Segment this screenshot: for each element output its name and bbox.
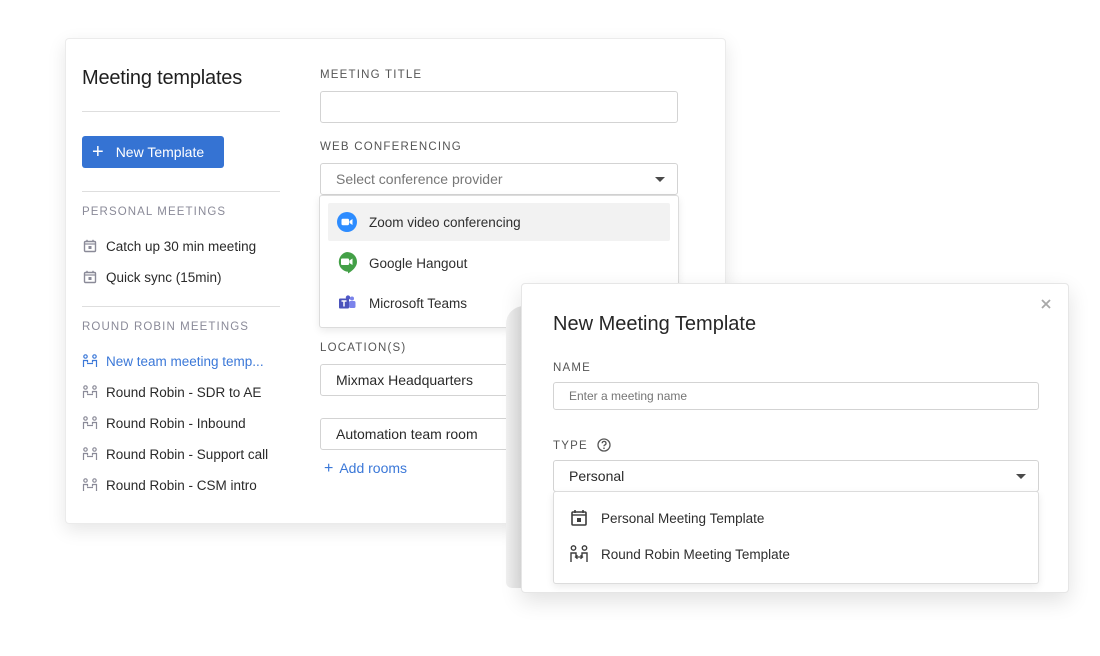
type-dropdown: Personal Meeting Template Round Robin Me… xyxy=(553,491,1039,584)
chevron-down-icon xyxy=(1016,474,1026,479)
sidebar-item-template[interactable]: Catch up 30 min meeting xyxy=(82,235,256,257)
round-robin-icon xyxy=(82,446,98,462)
calendar-icon xyxy=(82,269,98,285)
calendar-icon xyxy=(568,507,590,529)
new-template-button[interactable]: + New Template xyxy=(82,136,224,168)
option-label: Microsoft Teams xyxy=(369,295,468,311)
sidebar-title: Meeting templates xyxy=(82,67,243,89)
round-robin-icon xyxy=(82,384,98,400)
microsoft-teams-icon xyxy=(336,292,358,314)
modal-title: New Meeting Template xyxy=(553,313,757,335)
web-conferencing-label: WEB CONFERENCING xyxy=(320,141,462,153)
type-label-row: TYPE xyxy=(553,438,611,452)
conference-option-google-hangout[interactable]: Google Hangout xyxy=(328,244,670,282)
conference-option-zoom[interactable]: Zoom video conferencing xyxy=(328,203,670,241)
sidebar-item-template[interactable]: Round Robin - CSM intro xyxy=(82,474,257,496)
sidebar-item-label: Round Robin - Support call xyxy=(106,446,269,462)
help-circle-icon[interactable] xyxy=(597,438,611,452)
sidebar-item-label: Round Robin - SDR to AE xyxy=(106,384,262,400)
round-robin-icon xyxy=(82,477,98,493)
sidebar-item-label: Round Robin - CSM intro xyxy=(106,477,257,493)
sidebar-item-template[interactable]: Round Robin - Support call xyxy=(82,443,268,465)
type-select[interactable]: Personal xyxy=(553,460,1039,492)
option-label: Google Hangout xyxy=(369,255,468,271)
new-template-label: New Template xyxy=(115,144,205,160)
google-hangouts-icon xyxy=(336,252,358,274)
option-label: Zoom video conferencing xyxy=(369,214,521,230)
conference-provider-placeholder: Select conference provider xyxy=(336,171,503,187)
round-robin-icon xyxy=(82,353,98,369)
option-label: Round Robin Meeting Template xyxy=(601,546,790,562)
locations-label: LOCATION(S) xyxy=(320,342,407,354)
meeting-name-input[interactable] xyxy=(553,382,1039,410)
sidebar-item-template-active[interactable]: New team meeting temp... xyxy=(82,350,264,372)
sidebar-item-label: Catch up 30 min meeting xyxy=(106,238,257,254)
close-icon xyxy=(1041,296,1051,314)
divider xyxy=(82,191,280,192)
plus-icon: + xyxy=(92,141,104,163)
round-robin-icon xyxy=(82,415,98,431)
plus-icon: + xyxy=(324,460,334,477)
chevron-down-icon xyxy=(655,177,665,182)
add-rooms-link[interactable]: + Add rooms xyxy=(324,460,407,478)
sidebar-item-template[interactable]: Round Robin - SDR to AE xyxy=(82,381,261,403)
option-label: Personal Meeting Template xyxy=(601,510,765,526)
close-button[interactable] xyxy=(1038,297,1054,313)
type-selected-value: Personal xyxy=(569,468,625,484)
sidebar-item-label: New team meeting temp... xyxy=(106,353,264,369)
meeting-title-label: MEETING TITLE xyxy=(320,69,423,81)
divider xyxy=(82,306,280,307)
new-meeting-template-modal: New Meeting Template NAME TYPE Personal … xyxy=(521,283,1069,593)
name-label: NAME xyxy=(553,362,592,374)
type-option-round-robin[interactable]: Round Robin Meeting Template xyxy=(560,535,1030,573)
calendar-icon xyxy=(82,238,98,254)
conference-provider-select[interactable]: Select conference provider xyxy=(320,163,678,195)
sidebar-item-label: Round Robin - Inbound xyxy=(106,415,246,431)
divider xyxy=(82,111,280,112)
section-label-personal: PERSONAL MEETINGS xyxy=(82,206,227,218)
sidebar-item-template[interactable]: Quick sync (15min) xyxy=(82,266,222,288)
add-rooms-label: Add rooms xyxy=(339,460,408,476)
round-robin-icon xyxy=(568,543,590,565)
meeting-title-input[interactable] xyxy=(320,91,678,123)
type-label: TYPE xyxy=(553,440,588,452)
section-label-round-robin: ROUND ROBIN MEETINGS xyxy=(82,321,250,333)
sidebar-item-template[interactable]: Round Robin - Inbound xyxy=(82,412,246,434)
zoom-icon xyxy=(336,211,358,233)
sidebar-item-label: Quick sync (15min) xyxy=(106,269,222,285)
type-option-personal[interactable]: Personal Meeting Template xyxy=(560,499,1030,537)
